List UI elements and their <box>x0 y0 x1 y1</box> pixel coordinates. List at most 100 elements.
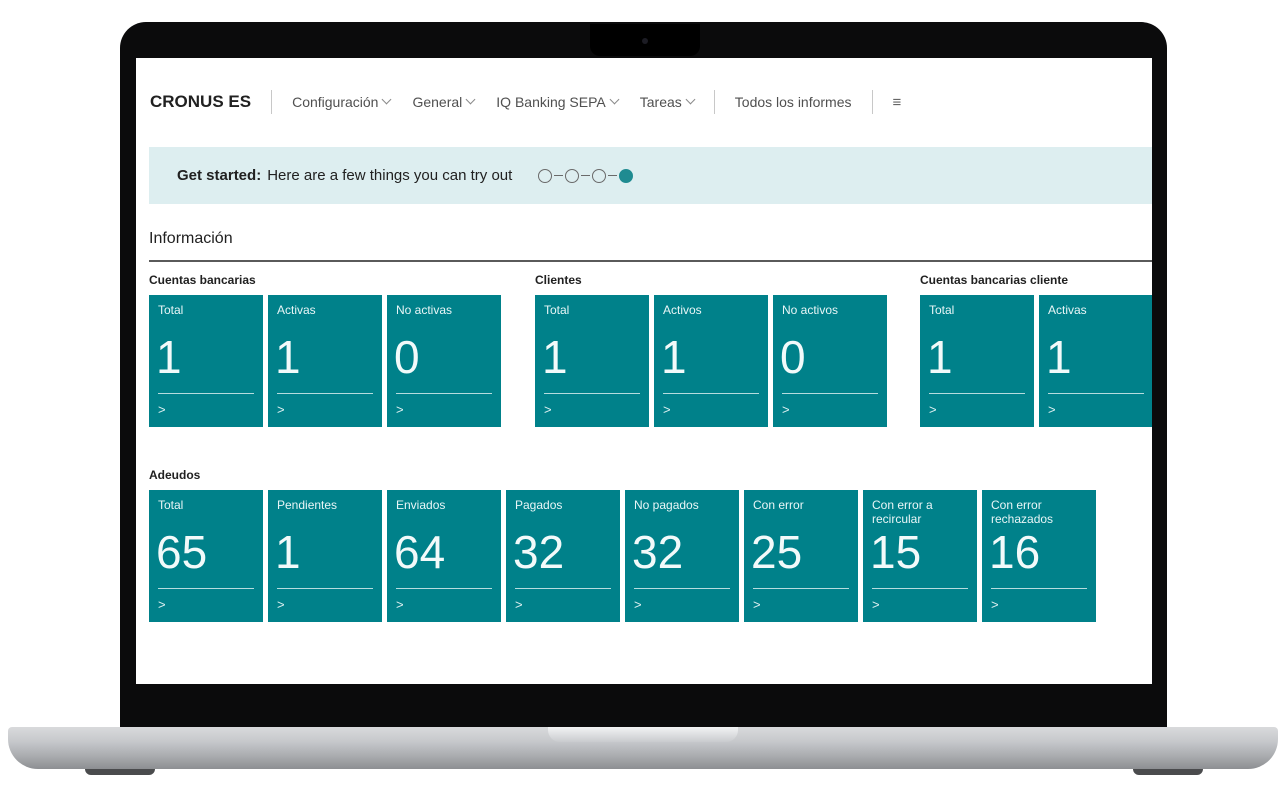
laptop-foot-right <box>1133 769 1203 775</box>
tile-customer-bank-active[interactable]: Activas 1 > <box>1039 295 1152 427</box>
tiles-customer-bank-accounts: Total 1 > Activas 1 > <box>920 295 1152 427</box>
chevron-down-icon <box>685 94 696 105</box>
chevron-right-icon[interactable]: > <box>872 597 880 612</box>
tile-label: No pagados <box>634 498 699 512</box>
menu-general[interactable]: General <box>412 94 476 110</box>
chevron-right-icon[interactable]: > <box>753 597 761 612</box>
tile-value: 1 <box>1046 331 1072 383</box>
tile-debits-error-recirculate[interactable]: Con error a recircular 15 > <box>863 490 977 622</box>
tile-bank-active[interactable]: Activas 1 > <box>268 295 382 427</box>
tile-divider <box>158 393 254 394</box>
tile-value: 16 <box>989 526 1041 578</box>
tile-bank-inactive[interactable]: No activas 0 > <box>387 295 501 427</box>
menu-tareas[interactable]: Tareas <box>639 94 696 110</box>
hamburger-icon[interactable]: ≡ <box>893 94 902 111</box>
tile-value: 1 <box>156 331 182 383</box>
chevron-right-icon[interactable]: > <box>396 402 404 417</box>
step-connector <box>581 174 591 177</box>
tile-divider <box>634 588 730 589</box>
tile-debits-total[interactable]: Total 65 > <box>149 490 263 622</box>
chevron-right-icon[interactable]: > <box>782 402 790 417</box>
tile-label: Con error rechazados <box>991 498 1054 526</box>
tile-divider <box>753 588 849 589</box>
chevron-right-icon[interactable]: > <box>515 597 523 612</box>
chevron-right-icon[interactable]: > <box>158 597 166 612</box>
tile-label: Total <box>544 303 570 317</box>
tile-label: Pagados <box>515 498 563 512</box>
tile-label: Con error <box>753 498 804 512</box>
group-title-customer-bank-accounts: Cuentas bancarias cliente <box>920 273 1069 287</box>
chevron-right-icon[interactable]: > <box>634 597 642 612</box>
chevron-right-icon[interactable]: > <box>158 402 166 417</box>
laptop-mockup: CRONUS ES Configuración General IQ Banki… <box>0 0 1280 797</box>
chevron-right-icon[interactable]: > <box>663 402 671 417</box>
tile-divider <box>929 393 1025 394</box>
chevron-down-icon <box>465 94 476 105</box>
tile-label: Activas <box>277 303 316 317</box>
chevron-right-icon[interactable]: > <box>277 402 285 417</box>
tile-divider <box>663 393 759 394</box>
chevron-right-icon[interactable]: > <box>1048 402 1056 417</box>
tile-label: Pendientes <box>277 498 338 512</box>
chevron-right-icon[interactable]: > <box>396 597 404 612</box>
progress-steps <box>538 168 634 183</box>
get-started-banner[interactable]: Get started: Here are a few things you c… <box>149 147 1152 204</box>
tile-value: 64 <box>394 526 446 578</box>
group-title-direct-debits: Adeudos <box>149 468 201 482</box>
tile-debits-unpaid[interactable]: No pagados 32 > <box>625 490 739 622</box>
tile-label: Activos <box>663 303 702 317</box>
company-name[interactable]: CRONUS ES <box>150 92 251 112</box>
tile-debits-error[interactable]: Con error 25 > <box>744 490 858 622</box>
step-connector <box>554 174 564 177</box>
banner-text: Here are a few things you can try out <box>267 167 513 184</box>
tile-customers-total[interactable]: Total 1 > <box>535 295 649 427</box>
tile-value: 1 <box>661 331 687 383</box>
tile-customer-bank-total[interactable]: Total 1 > <box>920 295 1034 427</box>
tile-value: 1 <box>542 331 568 383</box>
group-title-bank-accounts: Cuentas bancarias <box>149 273 256 287</box>
step-icon <box>592 168 607 183</box>
tile-debits-sent[interactable]: Enviados 64 > <box>387 490 501 622</box>
chevron-right-icon[interactable]: > <box>277 597 285 612</box>
menu-configuracion[interactable]: Configuración <box>292 94 392 110</box>
tile-divider <box>872 588 968 589</box>
banner-title: Get started: <box>177 167 262 184</box>
tile-value: 1 <box>927 331 953 383</box>
tile-value: 25 <box>751 526 803 578</box>
tile-debits-paid[interactable]: Pagados 32 > <box>506 490 620 622</box>
tile-bank-total[interactable]: Total 1 > <box>149 295 263 427</box>
chevron-right-icon[interactable]: > <box>929 402 937 417</box>
tile-label: Total <box>158 498 184 512</box>
tile-divider <box>396 588 492 589</box>
nav-divider <box>871 90 873 114</box>
tile-divider <box>1048 393 1144 394</box>
tiles-bank-accounts: Total 1 > Activas 1 > No activas 0 > <box>149 295 501 427</box>
tile-value: 32 <box>632 526 684 578</box>
tile-label: Total <box>929 303 955 317</box>
tile-value: 32 <box>513 526 565 578</box>
all-reports-link[interactable]: Todos los informes <box>735 94 852 110</box>
tile-divider <box>991 588 1087 589</box>
chevron-down-icon <box>609 94 620 105</box>
tiles-direct-debits: Total 65 > Pendientes 1 > Enviados 64 > Pagado… <box>149 490 1096 622</box>
nav-divider <box>713 90 715 114</box>
tile-customers-active[interactable]: Activos 1 > <box>654 295 768 427</box>
tiles-customers: Total 1 > Activos 1 > No activos 0 > <box>535 295 887 427</box>
tile-value: 1 <box>275 526 301 578</box>
step-connector <box>608 174 618 177</box>
tile-debits-error-rejected[interactable]: Con error rechazados 16 > <box>982 490 1096 622</box>
tile-customers-inactive[interactable]: No activos 0 > <box>773 295 887 427</box>
menu-label: Configuración <box>292 94 379 110</box>
menu-label: Tareas <box>639 94 682 110</box>
tile-debits-pending[interactable]: Pendientes 1 > <box>268 490 382 622</box>
chevron-right-icon[interactable]: > <box>544 402 552 417</box>
laptop-foot-left <box>85 769 155 775</box>
tile-label: Enviados <box>396 498 446 512</box>
step-icon <box>565 168 580 183</box>
tile-value: 0 <box>780 331 806 383</box>
chevron-right-icon[interactable]: > <box>991 597 999 612</box>
tile-divider <box>515 588 611 589</box>
tile-label: Activas <box>1048 303 1087 317</box>
menu-iq-banking-sepa[interactable]: IQ Banking SEPA <box>496 94 620 110</box>
tile-label: Total <box>158 303 184 317</box>
